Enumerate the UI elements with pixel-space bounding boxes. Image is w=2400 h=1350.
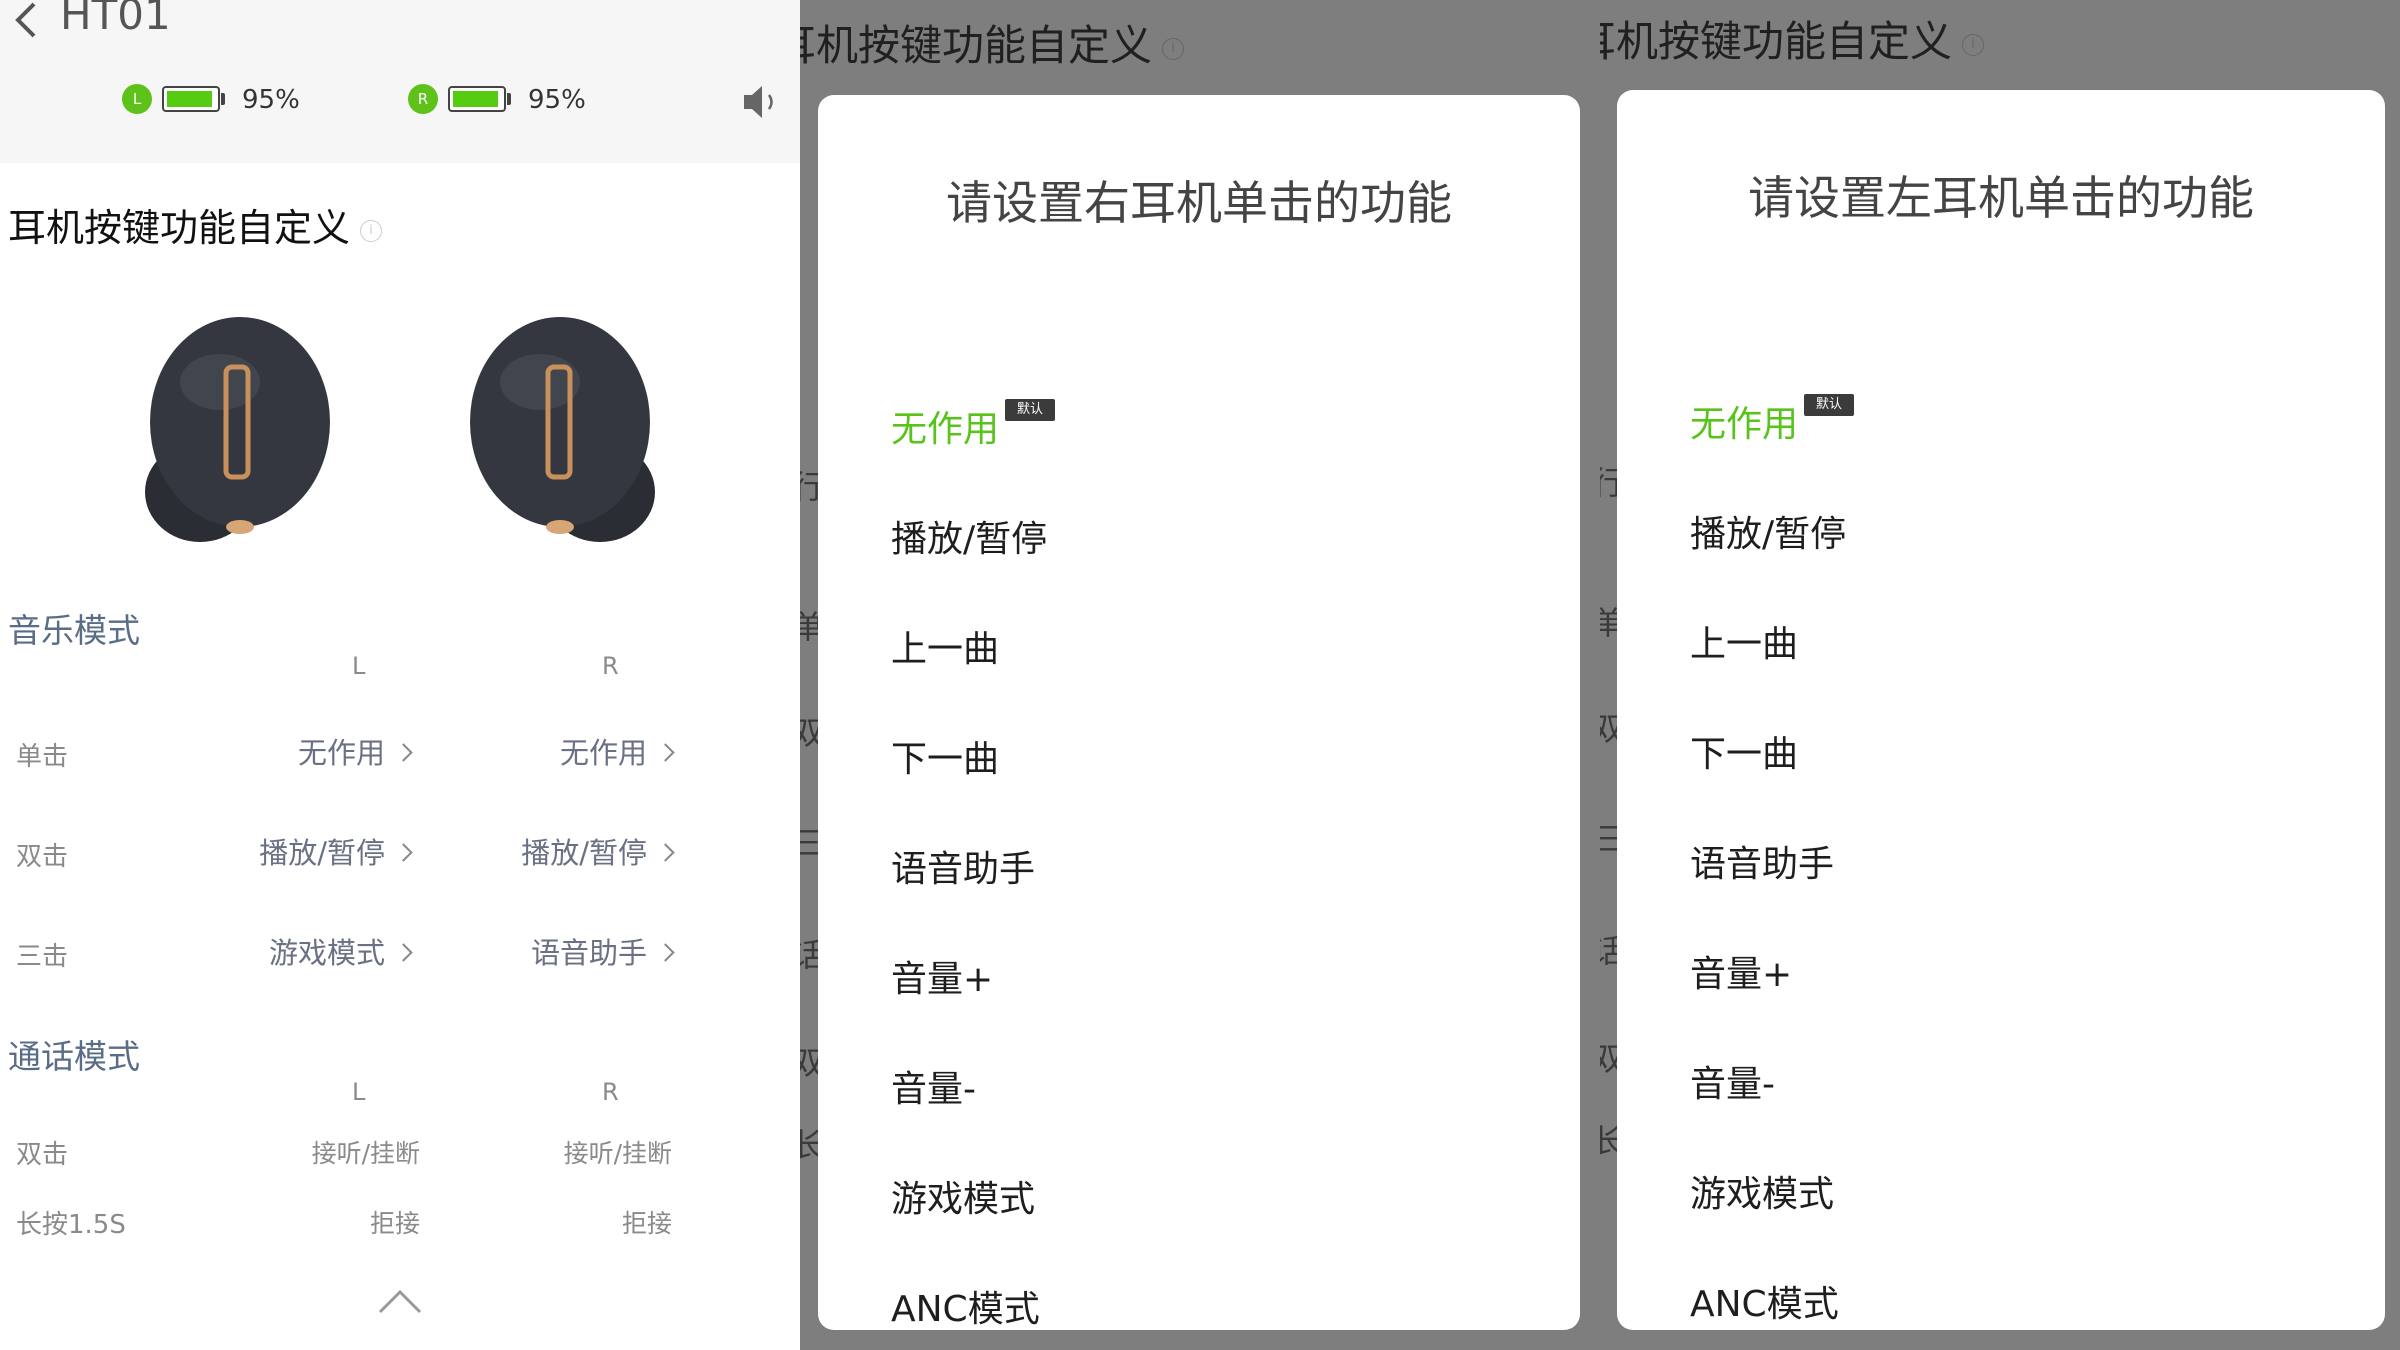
background-title: 耳机按键功能自定义 i (1600, 8, 1985, 69)
option-play-pause[interactable]: 播放/暂停 (1690, 510, 1846, 560)
option-label: 无作用 (891, 409, 1000, 450)
background-title-text: 耳机按键功能自定义 (1600, 17, 1953, 66)
music-mode-title: 音乐模式 (8, 611, 140, 650)
option-anc-mode[interactable]: ANC模式 (891, 1285, 1040, 1335)
speaker-icon[interactable] (740, 82, 784, 122)
option-game-mode[interactable]: 游戏模式 (1690, 1170, 1834, 1220)
default-badge: 默认 (1005, 399, 1056, 421)
background-title: 耳机按键功能自定义 i (800, 12, 1185, 73)
option-volume-down[interactable]: 音量- (891, 1065, 976, 1115)
section-title-text: 耳机按键功能自定义 (8, 206, 351, 250)
option-volume-up[interactable]: 音量+ (891, 955, 993, 1005)
option-next-track[interactable]: 下一曲 (891, 735, 999, 785)
call-double-tap-right: 接听/挂断 (563, 1139, 672, 1168)
chevron-right-icon (394, 842, 413, 862)
section-title: 耳机按键功能自定义 i (8, 197, 383, 252)
option-previous-track[interactable]: 上一曲 (891, 625, 999, 675)
battery-left-percent: 95% (242, 85, 300, 115)
music-col-right: R (602, 652, 619, 680)
single-tap-left[interactable]: 无作用 (297, 730, 413, 772)
option-game-mode[interactable]: 游戏模式 (891, 1175, 1035, 1225)
dialog-title: 请设置右耳机单击的功能 (946, 176, 1452, 230)
background-title-text: 耳机按键功能自定义 (800, 21, 1153, 70)
battery-icon (448, 86, 506, 112)
option-volume-up[interactable]: 音量+ (1690, 950, 1792, 1000)
call-double-tap-left: 接听/挂断 (311, 1139, 420, 1168)
option-play-pause[interactable]: 播放/暂停 (891, 515, 1047, 565)
call-col-left: L (352, 1078, 366, 1106)
option-voice-assistant[interactable]: 语音助手 (1690, 840, 1834, 890)
function-picker-dialog: 请设置左耳机单击的功能 无作用 默认 播放/暂停 上一曲 下一曲 语音助手 音量+… (1617, 90, 2385, 1330)
battery-right-percent: 95% (528, 85, 586, 115)
chevron-up-icon[interactable] (378, 1288, 422, 1316)
option-anc-mode[interactable]: ANC模式 (1690, 1280, 1839, 1330)
left-ear-dialog-screen: 耳机按键功能自定义 i 行 单 双 三 话 双 长 请设置左耳机单击的功能 无作用… (1600, 0, 2400, 1350)
option-none[interactable]: 无作用 默认 (891, 399, 1056, 455)
device-name: HT01 (60, 0, 171, 39)
row-label: 双击 (16, 842, 69, 872)
info-icon: i (1162, 37, 1185, 60)
call-mode-title: 通话模式 (8, 1037, 140, 1076)
chevron-right-icon (656, 742, 675, 762)
call-long-press-left: 拒接 (369, 1209, 420, 1238)
call-col-right: R (602, 1078, 619, 1106)
row-label: 双击 (16, 1140, 69, 1170)
function-picker-dialog: 请设置右耳机单击的功能 无作用 默认 播放/暂停 上一曲 下一曲 语音助手 音量+… (818, 95, 1580, 1330)
option-label: 无作用 (1690, 404, 1799, 445)
dialog-title: 请设置左耳机单击的功能 (1748, 171, 2254, 225)
option-previous-track[interactable]: 上一曲 (1690, 620, 1798, 670)
battery-right-tag: R (408, 84, 438, 114)
triple-tap-left[interactable]: 游戏模式 (268, 930, 413, 972)
row-label: 三击 (16, 942, 69, 972)
right-earbud-image (470, 317, 655, 542)
info-icon[interactable]: i (360, 219, 383, 242)
chevron-right-icon (656, 842, 675, 862)
option-next-track[interactable]: 下一曲 (1690, 730, 1798, 780)
default-badge: 默认 (1804, 394, 1855, 416)
row-label: 单击 (16, 742, 69, 772)
double-tap-left[interactable]: 播放/暂停 (259, 830, 413, 872)
chevron-right-icon (394, 742, 413, 762)
settings-panel: HT01 L 95% R 95% 耳机按键功能自定义 i 音乐模式 L R 单击… (0, 0, 800, 1350)
chevron-right-icon (656, 942, 675, 962)
chevron-left-icon[interactable] (6, 0, 50, 42)
chevron-right-icon (394, 942, 413, 962)
value-text: 播放/暂停 (259, 836, 385, 870)
value-text: 播放/暂停 (521, 836, 647, 870)
option-voice-assistant[interactable]: 语音助手 (891, 845, 1035, 895)
row-label: 长按1.5S (16, 1210, 126, 1240)
left-earbud-image (145, 317, 330, 542)
right-ear-dialog-screen: 耳机按键功能自定义 i 行 单 双 三 话 双 长 请设置右耳机单击的功能 无作用… (800, 0, 1600, 1350)
double-tap-right[interactable]: 播放/暂停 (521, 830, 675, 872)
music-col-left: L (352, 652, 366, 680)
single-tap-right[interactable]: 无作用 (559, 730, 675, 772)
option-none[interactable]: 无作用 默认 (1690, 394, 1855, 450)
value-text: 游戏模式 (268, 936, 385, 970)
battery-left-tag: L (122, 84, 152, 114)
battery-icon (162, 86, 220, 112)
device-header: HT01 L 95% R 95% (0, 0, 800, 163)
value-text: 语音助手 (530, 936, 647, 970)
value-text: 无作用 (559, 736, 647, 770)
triple-tap-right[interactable]: 语音助手 (530, 930, 675, 972)
call-long-press-right: 拒接 (621, 1209, 672, 1238)
option-volume-down[interactable]: 音量- (1690, 1060, 1775, 1110)
info-icon: i (1962, 33, 1985, 56)
value-text: 无作用 (297, 736, 385, 770)
